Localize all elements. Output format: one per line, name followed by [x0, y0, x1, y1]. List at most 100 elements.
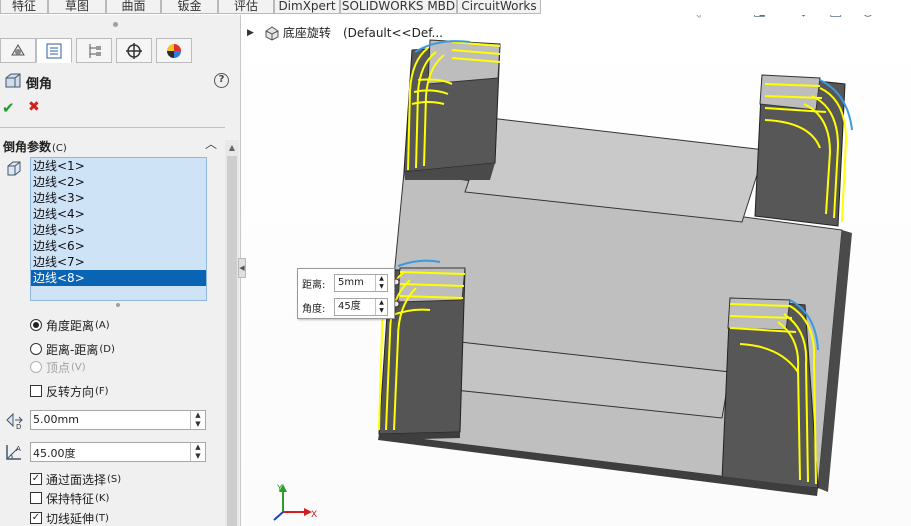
group-header[interactable]: 倒角参数(C) ︿ [0, 127, 225, 157]
section-view-icon[interactable]: ◨ [749, 15, 771, 21]
cancel-button[interactable]: ✖ [28, 99, 40, 115]
part-name[interactable]: 底座旋转 [283, 24, 331, 41]
tangent-propagation-key: (T) [95, 512, 109, 524]
flyout-feature-tree[interactable]: ▶ 底座旋转 (Default<<Def... [247, 24, 443, 41]
callout-distance-value[interactable]: 5mm [338, 277, 364, 288]
configuration-name: (Default<<Def... [342, 25, 443, 40]
tab-evaluate[interactable]: 评估 [218, 0, 274, 14]
expand-arrow-icon[interactable]: ▶ [247, 28, 254, 38]
edge-selection-icon [7, 161, 21, 176]
configurationmanager-tab[interactable] [76, 38, 112, 63]
appearance-icon[interactable]: ◉ [857, 15, 879, 21]
list-item[interactable]: 边线<5> [31, 222, 206, 238]
tangent-propagation-checkbox[interactable]: ✓ [30, 512, 42, 524]
configuration-icon [89, 43, 101, 58]
panel-splitter[interactable]: ◀ [238, 258, 246, 278]
reverse-direction-label: 反转方向 [46, 384, 95, 399]
panel-grip[interactable] [113, 22, 118, 27]
angle-icon: A [6, 445, 21, 460]
featuremanager-tab[interactable] [0, 38, 36, 63]
tab-features[interactable]: 特征 [0, 0, 48, 14]
distance-distance-radio[interactable] [30, 343, 42, 355]
callout-angle-spinner[interactable]: ▲ ▼ [375, 299, 387, 315]
propertymanager-tab[interactable] [36, 38, 72, 63]
vertex-label: 顶点 [46, 360, 71, 375]
tangent-propagation-label: 切线延伸 [46, 511, 95, 526]
displaymanager-tab[interactable] [156, 38, 192, 63]
chevron-down-icon[interactable]: ▼ [847, 15, 853, 16]
reverse-direction-option[interactable]: 反转方向 (F) [30, 382, 109, 400]
list-item-selected[interactable]: 边线<8> [31, 270, 206, 286]
list-item[interactable]: 边线<2> [31, 174, 206, 190]
tab-sketch[interactable]: 草图 [48, 0, 106, 14]
chevron-down-icon[interactable]: ▼ [879, 15, 885, 16]
list-resize-grip[interactable] [116, 303, 120, 307]
zoom-area-icon[interactable]: ⌕ [705, 15, 727, 21]
list-item[interactable]: 边线<1> [31, 158, 206, 174]
graphics-area[interactable]: Y X ▶ 底座旋转 (Default<<Def... 🔍︎ ⌕ ✎ ◨ ❖ ◆… [241, 15, 911, 526]
scene-icon[interactable]: ❀ [889, 15, 911, 21]
scroll-thumb[interactable] [227, 156, 237, 526]
property-manager-title: 倒角 [26, 77, 53, 92]
keep-features-checkbox[interactable] [30, 492, 42, 504]
vertex-key: (V) [71, 361, 86, 373]
tab-dimxpert[interactable]: DimXpert [274, 0, 340, 14]
vertex-option: 顶点 (V) [30, 358, 86, 376]
ok-button[interactable]: ✔ [2, 99, 15, 117]
triad-x-label: X [311, 510, 318, 520]
previous-view-icon[interactable]: ✎ [727, 15, 749, 21]
edge-selection-list[interactable]: 边线<1> 边线<2> 边线<3> 边线<4> 边线<5> 边线<6> 边线<7… [30, 157, 207, 301]
distance-distance-label: 距离-距离 [46, 342, 99, 357]
angle-value[interactable]: 45.00度 [33, 445, 76, 461]
property-manager-panel: 倒角 ? ✔ ✖ 倒角参数(C) ︿ ▲ 边线<1> 边线<2> 边线<3> 边… [0, 15, 241, 526]
distance-distance-key: (D) [99, 343, 115, 355]
tab-mbd[interactable]: SOLIDWORKS MBD [340, 0, 457, 14]
chevron-down-icon[interactable]: ▼ [815, 15, 821, 16]
view-orientation-icon[interactable]: ❖ [771, 15, 793, 21]
dimxpertmanager-tab[interactable] [116, 38, 152, 63]
distance-distance-option[interactable]: 距离-距离 (D) [30, 340, 115, 358]
chamfer-feature-icon [5, 73, 21, 88]
list-item[interactable]: 边线<6> [31, 238, 206, 254]
select-through-faces-option[interactable]: ✓ 通过面选择 (S) [30, 470, 121, 488]
distance-value[interactable]: 5.00mm [33, 413, 79, 426]
angle-spinner[interactable]: ▲ ▼ [190, 443, 205, 461]
search-icon[interactable]: 🔍︎ [683, 15, 705, 21]
tab-circuitworks[interactable]: CircuitWorks [457, 0, 541, 14]
angle-distance-radio[interactable] [30, 319, 42, 331]
hide-show-icon[interactable]: ▣ [825, 15, 847, 21]
angle-distance-option[interactable]: 角度距离 (A) [30, 316, 110, 334]
triad-y-label: Y [277, 484, 283, 494]
callout-angle-label: 角度: [302, 303, 326, 315]
display-style-icon[interactable]: ◆ [793, 15, 815, 21]
reverse-direction-checkbox[interactable] [30, 385, 42, 397]
appearance-pie-icon [167, 43, 181, 58]
tab-sheet-metal[interactable]: 钣金 [161, 0, 218, 14]
help-icon[interactable]: ? [214, 73, 229, 88]
angle-distance-label: 角度距离 [46, 318, 95, 333]
callout-distance-row: 距离: 5mm ▲ ▼ [302, 272, 388, 294]
callout-distance-label: 距离: [302, 279, 326, 291]
distance-icon: D [6, 412, 23, 430]
crosshair-icon [126, 42, 142, 59]
panel-scrollbar[interactable]: ▲ [225, 140, 239, 526]
tangent-propagation-option[interactable]: ✓ 切线延伸 (T) [30, 509, 109, 526]
chamfer-callout[interactable]: 距离: 5mm ▲ ▼ 角度: 45度 ▲ ▼ [297, 268, 395, 319]
command-manager-tabs: 特征 草图 曲面 钣金 评估 DimXpert SOLIDWORKS MBD C… [0, 0, 911, 15]
tab-surfaces[interactable]: 曲面 [106, 0, 161, 14]
list-item[interactable]: 边线<3> [31, 190, 206, 206]
callout-distance-spinner[interactable]: ▲ ▼ [375, 275, 387, 291]
callout-angle-value[interactable]: 45度 [338, 301, 361, 312]
collapse-icon[interactable]: ︿ [205, 135, 217, 152]
angle-field[interactable]: 45.00度 ▲ ▼ [30, 442, 206, 462]
distance-spinner[interactable]: ▲ ▼ [190, 411, 205, 429]
select-through-faces-checkbox[interactable]: ✓ [30, 473, 42, 485]
property-list-icon [46, 43, 62, 58]
scroll-up-icon[interactable]: ▲ [225, 140, 239, 155]
keep-features-option[interactable]: 保持特征 (K) [30, 489, 109, 507]
callout-angle-field[interactable]: 45度 ▲ ▼ [334, 298, 388, 316]
list-item[interactable]: 边线<4> [31, 206, 206, 222]
list-item[interactable]: 边线<7> [31, 254, 206, 270]
distance-field[interactable]: 5.00mm ▲ ▼ [30, 410, 206, 430]
callout-distance-field[interactable]: 5mm ▲ ▼ [334, 274, 388, 292]
